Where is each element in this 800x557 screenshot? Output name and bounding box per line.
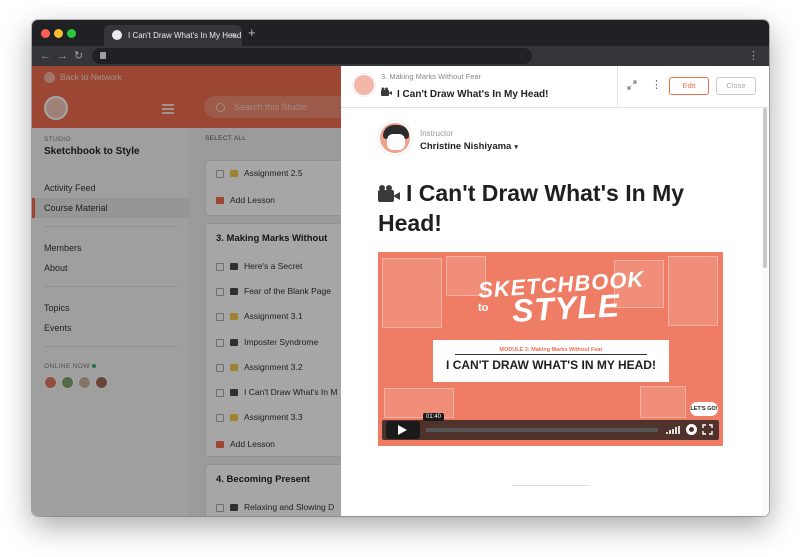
fullscreen-icon[interactable] [702, 424, 713, 435]
browser-menu-button[interactable]: ⋮ [748, 48, 759, 64]
browser-tab-strip: I Can't Draw What's In My Head! × + [32, 20, 769, 46]
lock-icon [100, 52, 106, 59]
instructor-avatar [353, 74, 375, 96]
play-button[interactable] [386, 421, 420, 439]
browser-tab-title: I Can't Draw What's In My Head! [128, 31, 242, 40]
more-options-icon[interactable]: ⋮ [651, 78, 662, 92]
site-favicon-icon [112, 30, 122, 40]
instructor-avatar[interactable] [378, 121, 412, 155]
browser-toolbar: ← → ↻ ⋮ [32, 46, 769, 66]
video-title-card: MODULE 3: Making Marks Without Fear I CA… [433, 340, 669, 382]
instructor-label: Instructor [420, 129, 454, 138]
panel-title: I Can't Draw What's In My Head! [381, 83, 548, 101]
video-module-label: MODULE 3: Making Marks Without Fear [499, 347, 603, 353]
address-bar[interactable] [92, 48, 532, 64]
video-brand-text: STYLE [511, 287, 621, 329]
instructor-dropdown[interactable]: Christine Nishiyama ▾ [420, 141, 518, 152]
video-thumbnail-art [668, 256, 718, 326]
forward-button[interactable]: → [57, 48, 68, 64]
video-player[interactable]: SKETCHBOOK to STYLE MODULE 3: Making Mar… [378, 252, 723, 446]
content-divider [512, 485, 590, 486]
settings-gear-icon[interactable] [686, 424, 697, 435]
video-camera-icon [381, 87, 392, 97]
video-camera-icon [378, 185, 400, 203]
maximize-window-button[interactable] [67, 29, 76, 38]
edit-button[interactable]: Edit [669, 77, 709, 95]
lesson-title: I Can't Draw What's In My Head! [378, 180, 685, 236]
browser-tab[interactable]: I Can't Draw What's In My Head! × [104, 25, 242, 46]
lesson-panel: 3. Making Marks Without Fear I Can't Dra… [341, 66, 769, 516]
modal-overlay[interactable] [32, 66, 341, 516]
video-thumbnail-art [640, 386, 686, 418]
reload-button[interactable]: ↻ [74, 48, 83, 64]
close-window-button[interactable] [41, 29, 50, 38]
video-thumbnail-art [382, 258, 442, 328]
scrollbar-thumb[interactable] [763, 108, 767, 268]
close-button[interactable]: Close [716, 77, 756, 95]
page-viewport: Back to Network STUDIO Sketchbook to Sty… [32, 66, 769, 516]
expand-icon[interactable] [627, 80, 637, 90]
title-card-rule [455, 354, 647, 355]
video-brand-text: to [478, 302, 489, 314]
lets-go-badge: LET'S GO! [690, 402, 718, 416]
video-timecode: 01:40 [423, 413, 445, 421]
tab-close-icon[interactable]: × [231, 25, 236, 46]
video-headline: I CAN'T DRAW WHAT'S IN MY HEAD! [446, 358, 656, 372]
lesson-panel-header: 3. Making Marks Without Fear I Can't Dra… [341, 66, 769, 108]
panel-scrollbar[interactable] [761, 108, 769, 516]
video-controls: 01:40 [382, 413, 719, 440]
breadcrumb[interactable]: 3. Making Marks Without Fear [381, 72, 481, 81]
browser-window: I Can't Draw What's In My Head! × + ← → … [32, 20, 769, 516]
back-button[interactable]: ← [40, 48, 51, 64]
video-progress-bar[interactable] [426, 428, 658, 432]
new-tab-button[interactable]: + [248, 26, 256, 39]
volume-icon[interactable] [666, 426, 680, 434]
header-divider [617, 66, 618, 108]
minimize-window-button[interactable] [54, 29, 63, 38]
chevron-down-icon: ▾ [514, 144, 518, 151]
play-icon [398, 425, 407, 435]
